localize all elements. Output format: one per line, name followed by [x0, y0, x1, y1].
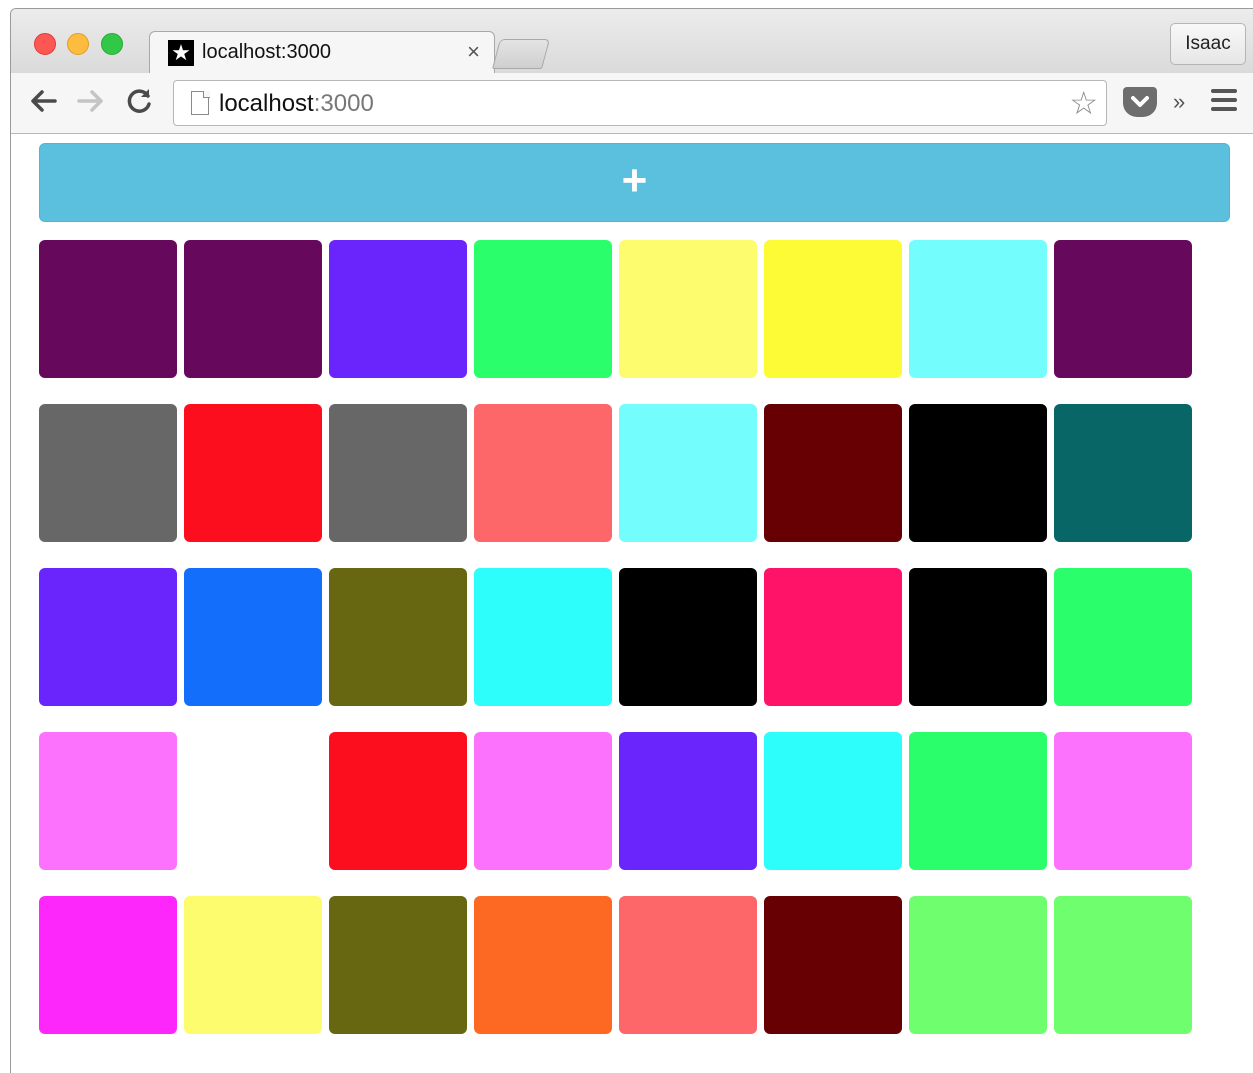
browser-toolbar: localhost:3000 ☆ »	[11, 73, 1253, 134]
color-tile[interactable]	[184, 568, 322, 706]
color-tile[interactable]	[39, 568, 177, 706]
color-tile[interactable]	[764, 240, 902, 378]
url-text[interactable]: localhost:3000	[219, 90, 374, 118]
color-tile[interactable]	[474, 568, 612, 706]
color-tile[interactable]	[909, 404, 1047, 542]
color-tile[interactable]	[39, 404, 177, 542]
url-port: :3000	[313, 90, 374, 117]
new-tab-button[interactable]	[491, 39, 551, 69]
color-tile[interactable]	[329, 404, 467, 542]
color-tile[interactable]	[474, 404, 612, 542]
browser-window: ★ localhost:3000 × Isaac localhost:3000 …	[10, 8, 1253, 1073]
color-tile[interactable]	[619, 240, 757, 378]
color-tile[interactable]	[329, 896, 467, 1034]
color-tile[interactable]	[619, 732, 757, 870]
color-tile[interactable]	[329, 240, 467, 378]
color-tile[interactable]	[329, 568, 467, 706]
minimize-window-button[interactable]	[67, 33, 89, 55]
back-arrow-icon[interactable]	[27, 85, 59, 117]
color-tile[interactable]	[474, 896, 612, 1034]
color-tile[interactable]	[909, 732, 1047, 870]
browser-tab[interactable]: ★ localhost:3000 ×	[149, 31, 495, 76]
profile-button[interactable]: Isaac	[1170, 23, 1246, 65]
color-tile[interactable]	[184, 404, 322, 542]
close-window-button[interactable]	[34, 33, 56, 55]
color-tile[interactable]	[1054, 732, 1192, 870]
color-tile[interactable]	[619, 404, 757, 542]
tab-close-icon[interactable]: ×	[467, 39, 480, 64]
chevron-double-right-icon[interactable]: »	[1173, 89, 1185, 115]
color-tile[interactable]	[39, 896, 177, 1034]
pocket-icon[interactable]	[1123, 87, 1157, 117]
color-tile[interactable]	[1054, 896, 1192, 1034]
color-tile[interactable]	[184, 240, 322, 378]
color-tile[interactable]	[1054, 568, 1192, 706]
address-bar[interactable]: localhost:3000 ☆	[173, 80, 1107, 126]
color-tile[interactable]	[184, 732, 322, 870]
color-tile[interactable]	[474, 240, 612, 378]
hamburger-menu-icon[interactable]	[1211, 89, 1237, 113]
reload-icon[interactable]	[123, 85, 155, 117]
star-icon: ★	[168, 40, 194, 66]
color-tile[interactable]	[764, 404, 902, 542]
forward-arrow-icon[interactable]	[75, 85, 107, 117]
color-tile[interactable]	[39, 732, 177, 870]
color-tile[interactable]	[184, 896, 322, 1034]
tab-title: localhost:3000	[202, 41, 331, 63]
zoom-window-button[interactable]	[101, 33, 123, 55]
color-tile[interactable]	[39, 240, 177, 378]
color-tile[interactable]	[909, 568, 1047, 706]
color-tile[interactable]	[909, 240, 1047, 378]
add-tile-button[interactable]: +	[39, 143, 1230, 222]
page-content: +	[11, 134, 1253, 1073]
color-tile[interactable]	[329, 732, 467, 870]
star-outline-icon[interactable]: ☆	[1069, 85, 1098, 121]
color-tile[interactable]	[909, 896, 1047, 1034]
color-tile[interactable]	[1054, 404, 1192, 542]
color-tile[interactable]	[474, 732, 612, 870]
color-tile[interactable]	[764, 896, 902, 1034]
color-tile[interactable]	[1054, 240, 1192, 378]
color-tile[interactable]	[764, 568, 902, 706]
url-host: localhost	[219, 90, 314, 117]
color-tile[interactable]	[764, 732, 902, 870]
color-tile[interactable]	[619, 896, 757, 1034]
color-tile[interactable]	[619, 568, 757, 706]
title-bar: ★ localhost:3000 × Isaac	[11, 9, 1253, 76]
page-icon	[191, 90, 210, 115]
